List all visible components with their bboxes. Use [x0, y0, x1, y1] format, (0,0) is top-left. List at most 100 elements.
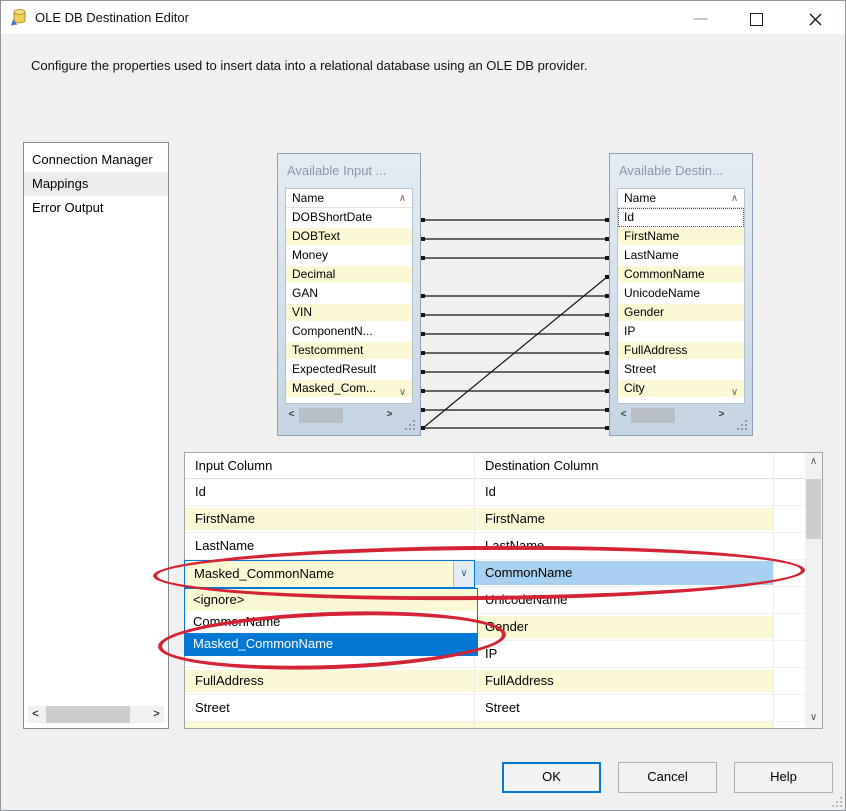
cancel-button[interactable]: Cancel [618, 762, 717, 793]
available-destination-columns-list: Name IdFirstNameLastNameCommonNameUnicod… [617, 188, 745, 404]
destination-column-cell[interactable]: Id [475, 479, 774, 505]
destination-column-item[interactable]: FirstName [618, 227, 744, 246]
mapping-row[interactable]: StreetStreet [185, 695, 807, 722]
destination-column-cell[interactable]: LastName [475, 533, 774, 559]
destination-column-header: Destination Column [475, 453, 774, 478]
input-column-combobox[interactable]: Masked_CommonName ∨ [184, 560, 475, 588]
destination-column-cell[interactable]: IP [475, 641, 774, 667]
scroll-left-icon[interactable]: < [28, 706, 43, 723]
minimize-icon[interactable] [693, 18, 708, 20]
sidebar-item-connection-manager[interactable]: Connection Manager [24, 148, 168, 172]
mapping-lines [421, 151, 609, 441]
destination-column-cell[interactable]: CommonName [475, 560, 774, 586]
scroll-up-icon[interactable]: ∧ [728, 192, 741, 205]
input-column-item[interactable]: GAN [286, 284, 412, 303]
destination-column-cell[interactable]: FirstName [475, 506, 774, 532]
scroll-right-icon[interactable]: > [149, 706, 164, 723]
list-resize-grip-icon[interactable] [404, 419, 416, 431]
ok-button[interactable]: OK [502, 762, 601, 793]
destination-column-item[interactable]: Id [618, 208, 744, 227]
combo-option[interactable]: CommonName [185, 611, 477, 633]
input-column-item[interactable]: ComponentN... [286, 322, 412, 341]
scrollbar-thumb[interactable] [46, 706, 130, 723]
combo-option[interactable]: <ignore> [185, 589, 477, 611]
destination-column-item[interactable]: FullAddress [618, 341, 744, 360]
input-column-item[interactable]: ExpectedResult [286, 360, 412, 379]
input-column-item[interactable]: DOBShortDate [286, 208, 412, 227]
available-input-columns-panel: Available Input ... Name DOBShortDateDOB… [277, 153, 421, 436]
input-list-rows: DOBShortDateDOBTextMoneyDecimalGANVINCom… [286, 208, 412, 398]
destination-column-item[interactable]: IP [618, 322, 744, 341]
scrollbar-thumb[interactable] [806, 479, 821, 539]
scrollbar-thumb[interactable] [299, 408, 343, 423]
mapping-row[interactable]: LastNameLastName [185, 533, 807, 560]
scroll-down-icon[interactable]: ∨ [396, 386, 409, 399]
input-column-item[interactable]: Masked_Com... [286, 379, 412, 398]
destination-list-header: Name [618, 189, 744, 208]
combobox-value: Masked_CommonName [194, 561, 334, 587]
scrollbar-thumb[interactable] [631, 408, 675, 423]
destination-column-item[interactable]: City [618, 379, 744, 398]
input-list-horizontal-scrollbar[interactable]: < > [285, 408, 396, 423]
destination-column-item[interactable]: CommonName [618, 265, 744, 284]
input-list-header: Name [286, 189, 412, 208]
input-column-item[interactable]: Money [286, 246, 412, 265]
destination-column-item[interactable]: LastName [618, 246, 744, 265]
available-input-columns-title: Available Input ... [287, 163, 413, 178]
scroll-left-icon[interactable]: < [285, 408, 298, 423]
destination-column-item[interactable]: UnicodeName [618, 284, 744, 303]
database-icon [10, 8, 28, 26]
mapping-row[interactable] [185, 722, 807, 728]
input-column-item[interactable]: VIN [286, 303, 412, 322]
sidebar-item-error-output[interactable]: Error Output [24, 196, 168, 220]
titlebar: OLE DB Destination Editor [1, 1, 845, 34]
input-column-cell[interactable]: LastName [185, 533, 475, 559]
dialog-description: Configure the properties used to insert … [31, 58, 587, 73]
input-column-cell[interactable]: Id [185, 479, 475, 505]
mapping-row[interactable]: IdId [185, 479, 807, 506]
available-input-columns-list: Name DOBShortDateDOBTextMoneyDecimalGANV… [285, 188, 413, 404]
destination-column-cell[interactable] [475, 722, 774, 728]
destination-list-horizontal-scrollbar[interactable]: < > [617, 408, 728, 423]
scroll-up-icon[interactable]: ∧ [805, 454, 822, 471]
scroll-right-icon[interactable]: > [715, 408, 728, 423]
input-column-cell[interactable]: Street [185, 695, 475, 721]
list-resize-grip-icon[interactable] [736, 419, 748, 431]
destination-column-cell[interactable]: UnicodeName [475, 587, 774, 613]
mapping-row[interactable]: FullAddressFullAddress [185, 668, 807, 695]
input-column-item[interactable]: Testcomment [286, 341, 412, 360]
combo-option[interactable]: Masked_CommonName [185, 633, 477, 655]
destination-column-item[interactable]: Gender [618, 303, 744, 322]
scroll-up-icon[interactable]: ∧ [396, 192, 409, 205]
destination-column-cell[interactable]: Street [475, 695, 774, 721]
window-resize-grip-icon[interactable] [831, 796, 843, 808]
sidebar-horizontal-scrollbar[interactable]: < > [28, 706, 164, 723]
available-destination-columns-title: Available Destin... [619, 163, 745, 178]
help-button[interactable]: Help [734, 762, 833, 793]
close-icon[interactable] [807, 11, 824, 28]
destination-list-rows: IdFirstNameLastNameCommonNameUnicodeName… [618, 208, 744, 398]
destination-column-cell[interactable]: FullAddress [475, 668, 774, 694]
window-title: OLE DB Destination Editor [35, 1, 189, 34]
grid-vertical-scrollbar[interactable]: ∧ ∨ [805, 453, 822, 728]
maximize-icon[interactable] [750, 13, 763, 26]
available-destination-columns-panel: Available Destin... Name IdFirstNameLast… [609, 153, 753, 436]
scroll-down-icon[interactable]: ∨ [728, 386, 741, 399]
grid-header: Input Column Destination Column [185, 453, 807, 479]
pages-sidebar: Connection ManagerMappingsError Output <… [23, 142, 169, 729]
sidebar-item-mappings[interactable]: Mappings [24, 172, 168, 196]
destination-column-cell[interactable]: Gender [475, 614, 774, 640]
input-column-header: Input Column [185, 453, 475, 478]
input-column-cell[interactable] [185, 722, 475, 728]
input-column-cell[interactable]: FirstName [185, 506, 475, 532]
scroll-right-icon[interactable]: > [383, 408, 396, 423]
combo-dropdown: <ignore>CommonNameMasked_CommonName [184, 588, 478, 656]
mapping-row[interactable]: FirstNameFirstName [185, 506, 807, 533]
scroll-left-icon[interactable]: < [617, 408, 630, 423]
scroll-down-icon[interactable]: ∨ [805, 710, 822, 727]
destination-column-item[interactable]: Street [618, 360, 744, 379]
input-column-item[interactable]: DOBText [286, 227, 412, 246]
input-column-cell[interactable]: FullAddress [185, 668, 475, 694]
chevron-down-icon[interactable]: ∨ [453, 561, 474, 587]
input-column-item[interactable]: Decimal [286, 265, 412, 284]
